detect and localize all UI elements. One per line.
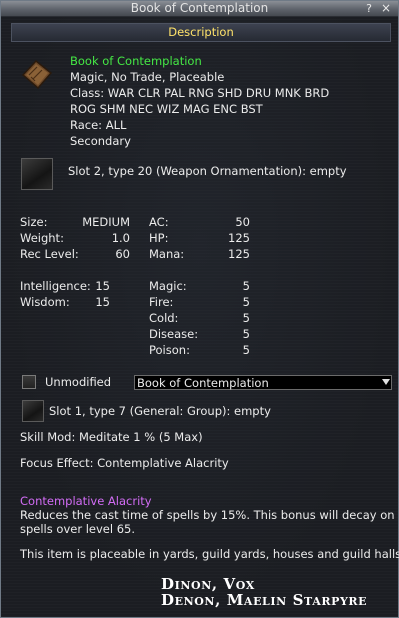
augment-slot-2-label: Slot 2, type 20 (Weapon Ornamentation): … (68, 164, 347, 178)
fire-resist-value: 5 (242, 295, 250, 309)
ac-label: AC: (149, 215, 169, 229)
weight-value: 1.0 (111, 231, 130, 245)
effect-description-line2: spells over level 65. (20, 522, 135, 536)
size-value: MEDIUM (82, 215, 130, 229)
poison-resist-value: 5 (242, 343, 250, 357)
mana-label: Mana: (149, 247, 185, 261)
hp-label: HP: (149, 231, 169, 245)
hp-value: 125 (228, 231, 250, 245)
placeable-note: This item is placeable in yards, guild y… (20, 547, 399, 561)
cold-resist-value: 5 (242, 311, 250, 325)
item-display-window: Book of Contemplation ? × Description Bo… (0, 0, 399, 618)
intelligence-value: 15 (95, 279, 110, 293)
disease-resist-value: 5 (242, 327, 250, 341)
item-version-dropdown[interactable]: Book of Contemplation (134, 375, 392, 390)
augment-slot-1[interactable] (22, 400, 44, 422)
description-header: Description (11, 23, 391, 42)
item-classes-line2: ROG SHM NEC WIZ MAG ENC BST (70, 102, 263, 116)
ac-value: 50 (235, 215, 250, 229)
augment-slot-1-label: Slot 1, type 7 (General: Group): empty (49, 404, 271, 418)
wisdom-label: Wisdom: (20, 295, 70, 309)
item-flags: Magic, No Trade, Placeable (70, 70, 225, 84)
item-race: Race: ALL (70, 118, 127, 132)
skill-mod: Skill Mod: Meditate 1 % (5 Max) (20, 430, 203, 444)
chevron-down-icon[interactable] (382, 379, 390, 385)
rec-level-value: 60 (115, 247, 130, 261)
cold-resist-label: Cold: (149, 311, 179, 325)
item-name: Book of Contemplation (70, 54, 202, 68)
item-slot: Secondary (70, 134, 131, 148)
unmodified-label: Unmodified (45, 375, 112, 389)
mana-value: 125 (228, 247, 250, 261)
item-version-value: Book of Contemplation (137, 376, 269, 390)
magic-resist-value: 5 (242, 279, 250, 293)
help-button[interactable]: ? (363, 1, 375, 16)
wisdom-value: 15 (95, 295, 110, 309)
focus-effect: Focus Effect: Contemplative Alacrity (20, 456, 229, 470)
magic-resist-label: Magic: (149, 279, 187, 293)
title-bar[interactable]: Book of Contemplation ? × (1, 1, 398, 17)
signature-line2: Denon, Maelin Starpyre (161, 591, 368, 609)
close-button[interactable]: × (380, 1, 392, 16)
item-classes-line1: Class: WAR CLR PAL RNG SHD DRU MNK BRD (70, 86, 330, 100)
unmodified-checkbox[interactable] (22, 375, 36, 389)
size-label: Size: (20, 215, 48, 229)
weight-label: Weight: (20, 231, 64, 245)
window-title: Book of Contemplation (130, 1, 269, 15)
rec-level-label: Rec Level: (20, 247, 79, 261)
poison-resist-label: Poison: (149, 343, 190, 357)
augment-slot-2[interactable] (21, 158, 53, 190)
fire-resist-label: Fire: (149, 295, 174, 309)
book-icon (19, 57, 55, 93)
disease-resist-label: Disease: (149, 327, 199, 341)
